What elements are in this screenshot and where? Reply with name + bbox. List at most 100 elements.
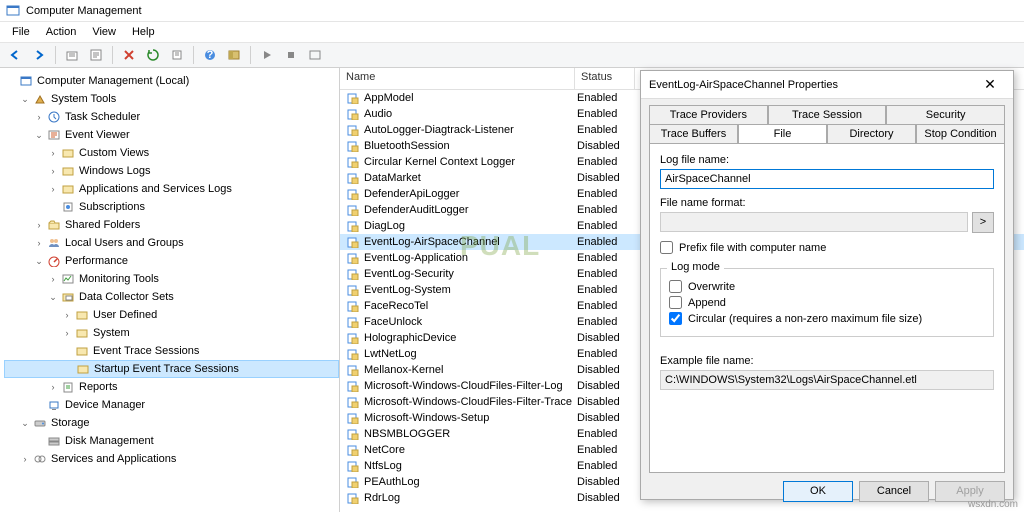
tab-stop-condition[interactable]: Stop Condition bbox=[916, 124, 1005, 143]
prefix-label: Prefix file with computer name bbox=[679, 242, 826, 254]
session-icon bbox=[346, 172, 362, 184]
tree-systools[interactable]: ⌄System Tools bbox=[4, 90, 339, 108]
menu-action[interactable]: Action bbox=[38, 24, 85, 40]
dialog-titlebar: EventLog-AirSpaceChannel Properties ✕ bbox=[641, 71, 1013, 99]
menu-bar: File Action View Help bbox=[0, 22, 1024, 42]
close-icon[interactable]: ✕ bbox=[975, 76, 1005, 93]
tree-system[interactable]: ›System bbox=[4, 324, 339, 342]
tree-montools[interactable]: ›Monitoring Tools bbox=[4, 270, 339, 288]
tree-pane: Computer Management (Local) ⌄System Tool… bbox=[0, 68, 340, 512]
session-icon bbox=[346, 492, 362, 504]
record-icon[interactable] bbox=[304, 44, 326, 66]
pane-icon[interactable] bbox=[223, 44, 245, 66]
tree-tasksched[interactable]: ›Task Scheduler bbox=[4, 108, 339, 126]
format-label: File name format: bbox=[660, 197, 994, 209]
tree-eventviewer[interactable]: ⌄Event Viewer bbox=[4, 126, 339, 144]
prefix-checkbox[interactable] bbox=[660, 241, 673, 254]
menu-file[interactable]: File bbox=[4, 24, 38, 40]
append-checkbox[interactable] bbox=[669, 296, 682, 309]
circular-checkbox[interactable] bbox=[669, 312, 682, 325]
session-icon bbox=[346, 476, 362, 488]
session-icon bbox=[346, 332, 362, 344]
stop-icon[interactable] bbox=[280, 44, 302, 66]
toolbar: ? bbox=[0, 42, 1024, 68]
properties-dialog: EventLog-AirSpaceChannel Properties ✕ Tr… bbox=[640, 70, 1014, 500]
tab-trace-providers[interactable]: Trace Providers bbox=[649, 105, 768, 124]
tree-localusers[interactable]: ›Local Users and Groups bbox=[4, 234, 339, 252]
refresh-icon[interactable] bbox=[142, 44, 164, 66]
logfilename-label: Log file name: bbox=[660, 154, 994, 166]
session-icon bbox=[346, 428, 362, 440]
logfilename-input[interactable] bbox=[660, 169, 994, 189]
session-icon bbox=[346, 444, 362, 456]
tree-storage[interactable]: ⌄Storage bbox=[4, 414, 339, 432]
format-browse-button[interactable]: > bbox=[972, 212, 994, 233]
session-icon bbox=[346, 92, 362, 104]
tree-reports[interactable]: ›Reports bbox=[4, 378, 339, 396]
tree-dcs[interactable]: ⌄Data Collector Sets bbox=[4, 288, 339, 306]
session-icon bbox=[346, 348, 362, 360]
delete-icon[interactable] bbox=[118, 44, 140, 66]
session-icon bbox=[346, 124, 362, 136]
format-field bbox=[660, 212, 968, 232]
session-icon bbox=[346, 268, 362, 280]
tree-appsvclogs[interactable]: ›Applications and Services Logs bbox=[4, 180, 339, 198]
tree-devmgr[interactable]: Device Manager bbox=[4, 396, 339, 414]
session-icon bbox=[346, 204, 362, 216]
menu-help[interactable]: Help bbox=[124, 24, 163, 40]
app-icon bbox=[6, 4, 20, 18]
session-icon bbox=[346, 220, 362, 232]
tree-sets[interactable]: Startup Event Trace Sessions bbox=[4, 360, 339, 378]
footer-watermark: wsxdn.com bbox=[968, 499, 1018, 510]
tree-subs[interactable]: Subscriptions bbox=[4, 198, 339, 216]
overwrite-checkbox[interactable] bbox=[669, 280, 682, 293]
session-icon bbox=[346, 460, 362, 472]
col-name[interactable]: Name bbox=[340, 68, 575, 89]
dialog-title: EventLog-AirSpaceChannel Properties bbox=[649, 79, 838, 91]
tree-customviews[interactable]: ›Custom Views bbox=[4, 144, 339, 162]
menu-view[interactable]: View bbox=[84, 24, 124, 40]
tree-winlogs[interactable]: ›Windows Logs bbox=[4, 162, 339, 180]
session-icon bbox=[346, 284, 362, 296]
logmode-group-label: Log mode bbox=[667, 261, 724, 273]
session-icon bbox=[346, 252, 362, 264]
tree-perf[interactable]: ⌄Performance bbox=[4, 252, 339, 270]
session-icon bbox=[346, 316, 362, 328]
tree-userdef[interactable]: ›User Defined bbox=[4, 306, 339, 324]
help-icon[interactable]: ? bbox=[199, 44, 221, 66]
forward-icon[interactable] bbox=[28, 44, 50, 66]
tab-security[interactable]: Security bbox=[886, 105, 1005, 124]
window-title: Computer Management bbox=[26, 5, 142, 17]
session-icon bbox=[346, 364, 362, 376]
tree-ets[interactable]: Event Trace Sessions bbox=[4, 342, 339, 360]
ok-button[interactable]: OK bbox=[783, 481, 853, 502]
up-icon[interactable] bbox=[61, 44, 83, 66]
session-icon bbox=[346, 140, 362, 152]
tab-file[interactable]: File bbox=[738, 124, 827, 143]
session-icon bbox=[346, 236, 362, 248]
session-icon bbox=[346, 188, 362, 200]
session-icon bbox=[346, 156, 362, 168]
tree-svcapps[interactable]: ›Services and Applications bbox=[4, 450, 339, 468]
svg-text:?: ? bbox=[207, 49, 214, 61]
tree-sharedfolders[interactable]: ›Shared Folders bbox=[4, 216, 339, 234]
export-icon[interactable] bbox=[166, 44, 188, 66]
properties-icon[interactable] bbox=[85, 44, 107, 66]
tree-diskmgmt[interactable]: Disk Management bbox=[4, 432, 339, 450]
tree-root[interactable]: Computer Management (Local) bbox=[4, 72, 339, 90]
back-icon[interactable] bbox=[4, 44, 26, 66]
tab-directory[interactable]: Directory bbox=[827, 124, 916, 143]
cancel-button[interactable]: Cancel bbox=[859, 481, 929, 502]
window-titlebar: Computer Management bbox=[0, 0, 1024, 22]
session-icon bbox=[346, 396, 362, 408]
session-icon bbox=[346, 108, 362, 120]
col-status[interactable]: Status bbox=[575, 68, 635, 89]
play-icon[interactable] bbox=[256, 44, 278, 66]
tab-trace-session[interactable]: Trace Session bbox=[768, 105, 887, 124]
session-icon bbox=[346, 380, 362, 392]
session-icon bbox=[346, 300, 362, 312]
example-label: Example file name: bbox=[660, 355, 994, 367]
session-icon bbox=[346, 412, 362, 424]
example-value: C:\WINDOWS\System32\Logs\AirSpaceChannel… bbox=[660, 370, 994, 390]
tab-trace-buffers[interactable]: Trace Buffers bbox=[649, 124, 738, 143]
